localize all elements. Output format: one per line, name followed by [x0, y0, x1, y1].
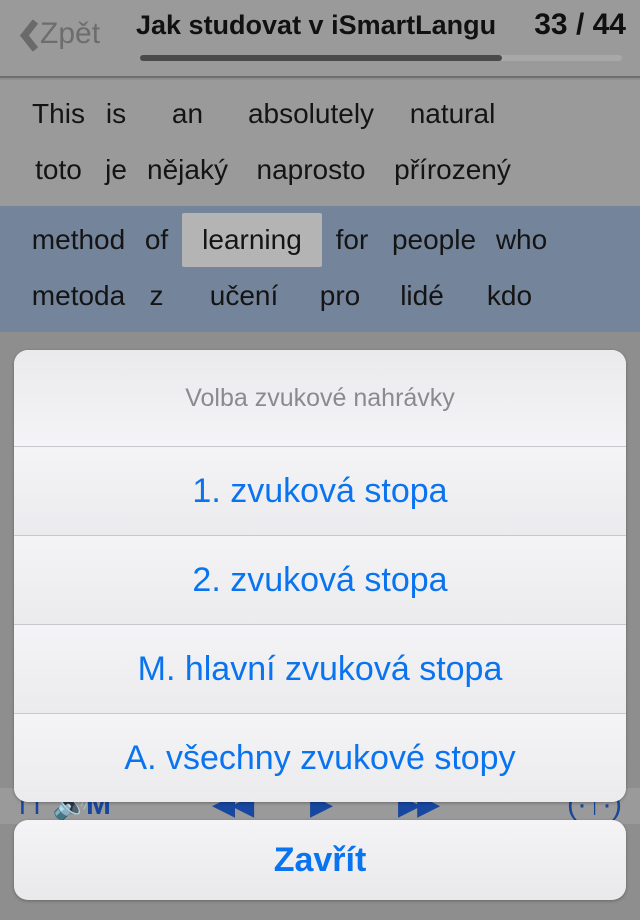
- target-word[interactable]: nějaký: [139, 150, 236, 190]
- target-word[interactable]: naprosto: [240, 150, 382, 190]
- action-sheet-option[interactable]: M. hlavní zvuková stopa: [14, 625, 626, 714]
- source-word[interactable]: of: [137, 220, 176, 260]
- source-line: This is an absolutely natural: [24, 94, 616, 134]
- page-counter: 33 / 44: [534, 8, 626, 41]
- action-sheet-option[interactable]: A. všechny zvukové stopy: [14, 714, 626, 802]
- back-button-label: Zpět: [40, 17, 101, 50]
- source-line: method of learning for people who: [24, 213, 616, 267]
- source-word[interactable]: method: [24, 220, 133, 260]
- action-sheet-option-label: 2. zvuková stopa: [192, 560, 448, 599]
- target-word[interactable]: lidé: [372, 276, 472, 316]
- source-word[interactable]: for: [324, 220, 380, 260]
- audio-track-action-sheet: Volba zvukové nahrávky 1. zvuková stopa 2…: [14, 350, 626, 802]
- action-sheet-option-label: 1. zvuková stopa: [192, 471, 448, 510]
- sentence-block[interactable]: This is an absolutely natural toto je nějaký nap…: [0, 80, 640, 206]
- target-word[interactable]: přírozený: [386, 150, 519, 190]
- target-word[interactable]: je: [97, 150, 135, 190]
- target-word[interactable]: toto: [24, 150, 93, 190]
- source-word[interactable]: people: [384, 220, 484, 260]
- cancel-button[interactable]: Zavřít: [14, 820, 626, 900]
- target-word[interactable]: pro: [312, 276, 368, 316]
- source-word[interactable]: absolutely: [240, 94, 382, 134]
- target-line: metoda z učení pro lidé kdo: [24, 276, 616, 316]
- source-word[interactable]: is: [97, 94, 135, 134]
- target-word[interactable]: učení: [180, 276, 308, 316]
- action-sheet-option-label: M. hlavní zvuková stopa: [137, 649, 503, 688]
- action-sheet-option-label: A. všechny zvukové stopy: [124, 738, 516, 777]
- chevron-left-icon: [10, 17, 36, 51]
- page-title: Jak studovat v iSmartLangu...: [136, 10, 496, 40]
- target-word[interactable]: metoda: [24, 276, 133, 316]
- reading-progress-fill: [140, 55, 502, 61]
- action-sheet-options: 1. zvuková stopa 2. zvuková stopa M. hlavn…: [14, 447, 626, 802]
- action-sheet-title-row: Volba zvukové nahrávky: [14, 350, 626, 447]
- highlighted-word[interactable]: learning: [182, 213, 322, 267]
- navigation-header: Zpět Jak studovat v iSmartLangu... 33 / …: [0, 0, 640, 78]
- action-sheet-title: Volba zvukové nahrávky: [185, 383, 455, 412]
- reading-progress-bar[interactable]: [140, 55, 622, 61]
- source-word[interactable]: This: [24, 94, 93, 134]
- reader-text-body: This is an absolutely natural toto je nějaký nap…: [0, 80, 640, 343]
- action-sheet-option[interactable]: 1. zvuková stopa: [14, 447, 626, 536]
- cancel-button-label: Zavřít: [273, 840, 367, 879]
- source-word[interactable]: who: [488, 220, 555, 260]
- back-button[interactable]: Zpět: [10, 8, 100, 60]
- target-word[interactable]: kdo: [476, 276, 543, 316]
- source-word[interactable]: natural: [386, 94, 519, 134]
- action-sheet-option[interactable]: 2. zvuková stopa: [14, 536, 626, 625]
- sentence-block[interactable]: method of learning for people who metoda z učení…: [0, 206, 640, 332]
- target-word[interactable]: z: [137, 276, 176, 316]
- target-line: toto je nějaký naprosto přírozený: [24, 150, 616, 190]
- source-word[interactable]: an: [139, 94, 236, 134]
- title-area: Jak studovat v iSmartLangu... 33 / 44: [136, 4, 626, 70]
